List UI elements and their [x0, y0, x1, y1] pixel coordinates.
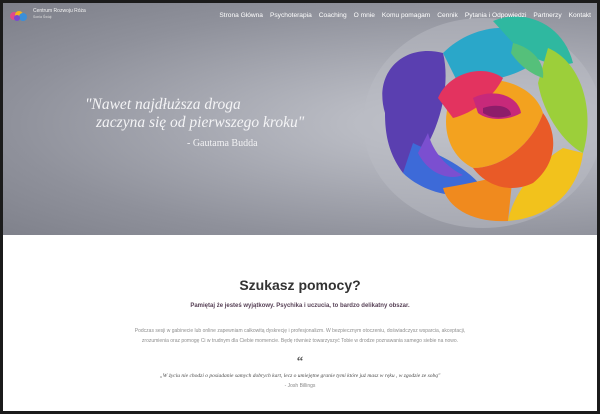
hero-quote-line-1: "Nawet najdłuższa droga: [85, 96, 241, 113]
nav-item-about[interactable]: O mnie: [354, 12, 375, 19]
section-body: Podczas sesji w gabinecie lub online zap…: [88, 326, 512, 346]
section-lead: Pamiętaj że jesteś wyjątkowy. Psychika i…: [190, 303, 410, 309]
section-body-line-2: zrozumienia oraz pomogę Ci w trudnym dla…: [141, 338, 459, 344]
nav-item-pricing[interactable]: Cennik: [437, 12, 458, 19]
brand-name[interactable]: Centrum Rozwoju Róża Sonia Świąt: [33, 8, 86, 20]
hero-quote-author: - Gautama Budda: [187, 138, 258, 149]
hero-quote-line-2: zaczyna się od pierwszego kroku": [96, 114, 305, 131]
nav-item-who-i-help[interactable]: Komu pomagam: [382, 12, 430, 19]
hero-banner: Centrum Rozwoju Róża Sonia Świąt Strona …: [3, 3, 597, 235]
brand-tagline: Sonia Świąt: [33, 15, 52, 19]
rainbow-rose-image: [363, 16, 597, 228]
nav-item-coaching[interactable]: Coaching: [319, 12, 347, 19]
nav-item-psychotherapy[interactable]: Psychoterapia: [270, 12, 312, 19]
nav-item-contact[interactable]: Kontakt: [569, 12, 591, 19]
top-navigation: Centrum Rozwoju Róża Sonia Świąt Strona …: [3, 3, 597, 29]
testimonial-author: - Josh Billings: [284, 383, 316, 389]
quote-mark-icon: “: [296, 353, 304, 368]
section-title: Szukasz pomocy?: [239, 277, 361, 293]
nav-item-faq[interactable]: Pytania i Odpowiedzi: [465, 12, 527, 19]
section-body-line-1: Podczas sesji w gabinecie lub online zap…: [134, 328, 466, 334]
nav-item-home[interactable]: Strona Główna: [219, 12, 263, 19]
testimonial-quote: „W życiu nie chodzi o posiadanie samych …: [159, 373, 441, 379]
rose-logo-icon[interactable]: [7, 9, 29, 23]
help-section: Szukasz pomocy? Pamiętaj że jesteś wyjąt…: [3, 235, 597, 411]
nav-item-partners[interactable]: Partnerzy: [533, 12, 561, 19]
browser-viewport: Centrum Rozwoju Róża Sonia Świąt Strona …: [3, 3, 597, 411]
main-menu: Strona Główna Psychoterapia Coaching O m…: [219, 12, 591, 19]
